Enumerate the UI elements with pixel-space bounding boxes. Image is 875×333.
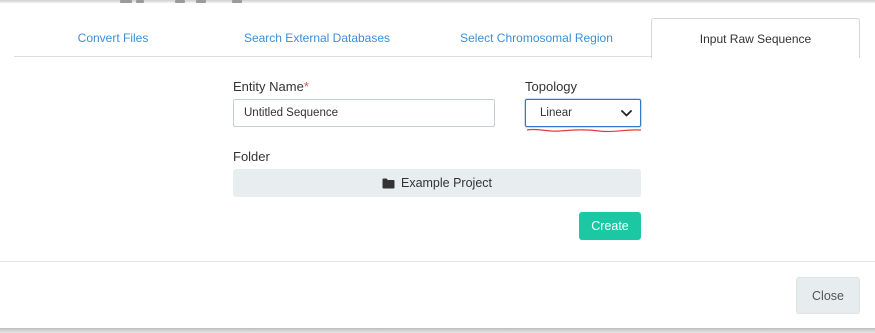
tab-convert-files[interactable]: Convert Files (14, 18, 212, 57)
chevron-down-icon (620, 107, 632, 119)
tab-label: Search External Databases (243, 30, 391, 45)
entity-name-input[interactable] (233, 99, 495, 127)
tab-bar: Convert Files Search External Databases … (14, 18, 860, 58)
required-marker: * (303, 79, 309, 94)
tab-search-external-databases[interactable]: Search External Databases (212, 18, 422, 57)
edge-artifact (175, 0, 185, 3)
folder-name: Example Project (400, 176, 492, 190)
footer-divider (0, 261, 875, 262)
annotation-underline (527, 128, 642, 133)
window-top-edge (0, 0, 875, 3)
tab-select-chromosomal-region[interactable]: Select Chromosomal Region (422, 18, 651, 57)
entity-name-label: Entity Name* (233, 79, 309, 94)
entity-name-label-text: Entity Name (233, 79, 304, 94)
topology-selected-value: Linear (540, 107, 572, 119)
tab-label: Select Chromosomal Region (460, 30, 613, 45)
create-button[interactable]: Create (579, 212, 641, 240)
tab-input-raw-sequence[interactable]: Input Raw Sequence (651, 18, 860, 58)
tab-label: Input Raw Sequence (699, 31, 812, 46)
folder-icon (382, 178, 395, 189)
topology-label: Topology (525, 79, 578, 94)
edge-artifact (196, 0, 206, 3)
edge-artifact (120, 0, 132, 3)
window-bottom-edge (0, 328, 875, 333)
edge-artifact (136, 0, 144, 3)
tab-label: Convert Files (77, 30, 149, 45)
topology-select[interactable]: Linear (525, 99, 641, 127)
close-button[interactable]: Close (796, 277, 860, 314)
folder-selector[interactable]: Example Project (233, 169, 641, 197)
folder-label: Folder (233, 149, 270, 164)
edge-artifact (232, 0, 242, 3)
